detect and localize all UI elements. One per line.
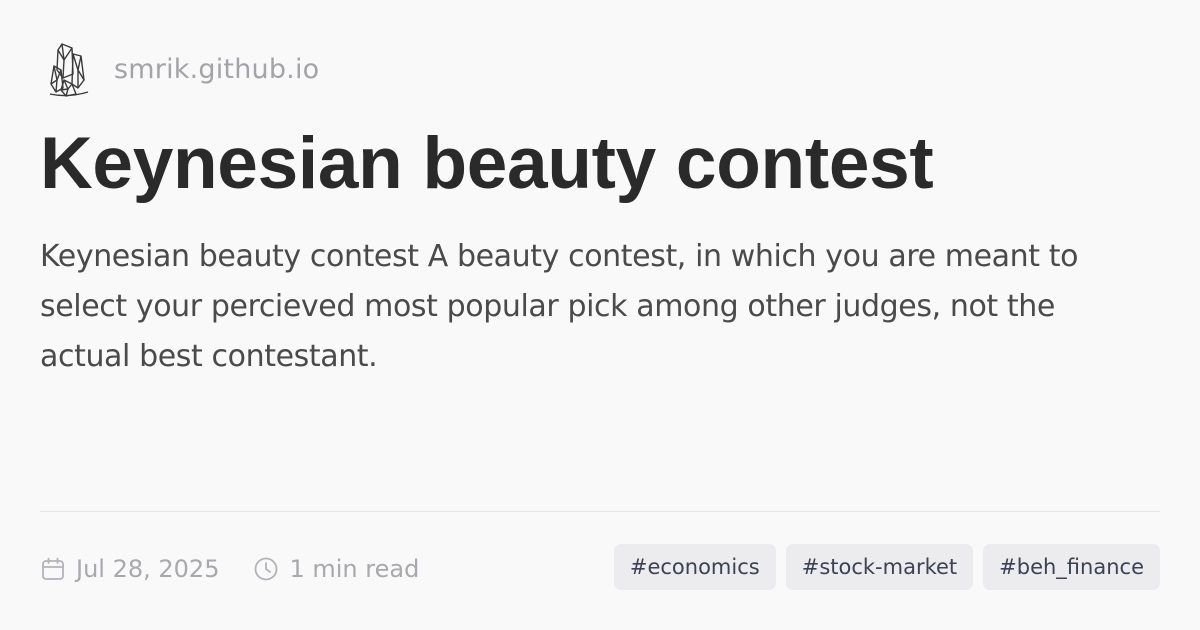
post-date: Jul 28, 2025 <box>40 555 219 583</box>
preview-card: smrik.github.io Keynesian beauty contest… <box>0 0 1200 630</box>
tag-economics[interactable]: #economics <box>613 544 776 590</box>
site-name[interactable]: smrik.github.io <box>114 54 319 85</box>
post-description: Keynesian beauty contest A beauty contes… <box>40 239 1079 374</box>
site-header[interactable]: smrik.github.io <box>48 40 319 98</box>
post-title: Keynesian beauty contest <box>40 123 934 204</box>
calendar-icon <box>42 557 64 580</box>
divider <box>40 511 1160 512</box>
crystal-icon <box>49 43 89 97</box>
tag-beh-finance[interactable]: #beh_finance <box>983 544 1160 590</box>
post-read-time-text: 1 min read <box>289 555 420 583</box>
clock-icon <box>255 557 278 581</box>
post-read-time: 1 min read <box>253 555 419 583</box>
post-meta: Jul 28, 2025 1 min read <box>40 548 419 590</box>
tag-stock-market[interactable]: #stock-market <box>785 544 974 590</box>
post-date-text: Jul 28, 2025 <box>76 555 220 583</box>
tag-list: #economics #stock-market #beh_finance <box>613 544 1160 590</box>
